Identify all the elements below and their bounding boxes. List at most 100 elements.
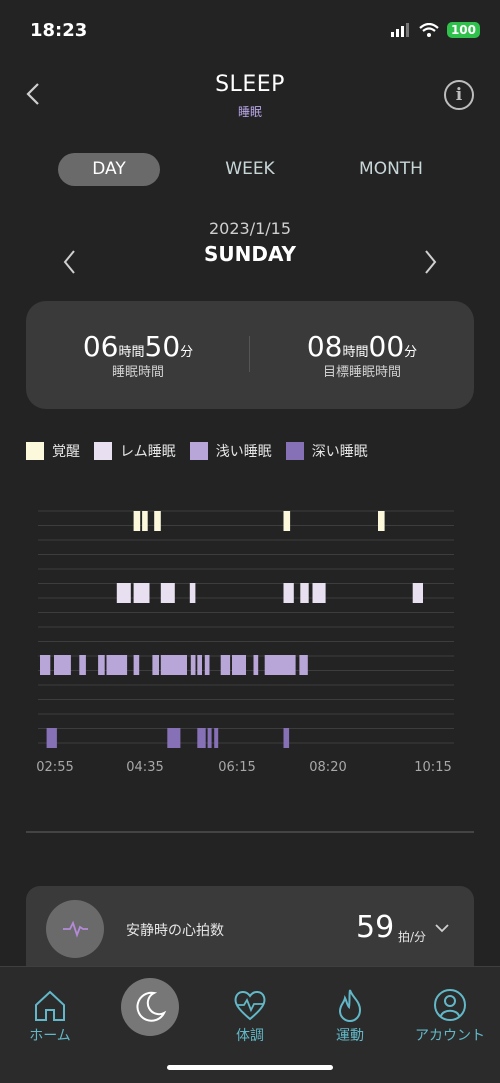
sleep-segment-rem bbox=[300, 583, 309, 603]
legend-swatch bbox=[285, 442, 304, 460]
legend-rem: レム睡眠 bbox=[94, 441, 176, 461]
heart-rate-unit: 拍/分 bbox=[398, 930, 427, 944]
info-icon[interactable]: i bbox=[444, 80, 474, 110]
sleep-segment-light bbox=[160, 655, 187, 675]
tab-exercise-label: 運動 bbox=[336, 1028, 364, 1044]
sleep-segment-light bbox=[264, 655, 296, 675]
sleep-segment-light bbox=[220, 655, 231, 675]
chart-tick-label: 02:55 bbox=[36, 760, 73, 775]
sleep-hour-unit: 時間 bbox=[118, 345, 145, 360]
status-icons: 100 bbox=[390, 22, 480, 38]
sleep-segment-deep bbox=[197, 728, 206, 748]
legend-swatch bbox=[26, 442, 44, 460]
tab-day[interactable]: DAY bbox=[58, 153, 160, 186]
chart-tick-label: 08:20 bbox=[309, 760, 346, 775]
status-time: 18:23 bbox=[30, 20, 88, 41]
flame-icon bbox=[338, 989, 362, 1023]
legend-swatch bbox=[189, 442, 208, 460]
date-label: 2023/1/15 bbox=[208, 219, 292, 238]
goal-hour-unit: 時間 bbox=[342, 345, 369, 360]
sleep-segment-awake bbox=[378, 511, 385, 531]
sleep-segment-rem bbox=[160, 583, 175, 603]
section-divider bbox=[26, 831, 474, 833]
sleep-segment-deep bbox=[46, 728, 57, 748]
chevron-down-icon[interactable] bbox=[434, 920, 450, 936]
heart-rate-label: 安静時の心拍数 bbox=[126, 923, 224, 939]
sleep-segment-light bbox=[54, 655, 71, 675]
sleep-segment-rem bbox=[133, 583, 150, 603]
sleep-segment-rem bbox=[412, 583, 423, 603]
tab-exercise[interactable]: 運動 bbox=[300, 987, 400, 1045]
legend-light: 浅い睡眠 bbox=[189, 441, 272, 461]
sleep-segment-awake bbox=[283, 511, 291, 531]
sleep-segment-deep bbox=[167, 728, 181, 748]
sleep-segment-light bbox=[152, 655, 159, 675]
prev-day-chevron-icon[interactable] bbox=[60, 247, 80, 277]
chart-tick-label: 04:35 bbox=[126, 760, 163, 775]
sleep-minute-unit: 分 bbox=[180, 345, 194, 360]
legend-swatch bbox=[94, 442, 112, 460]
sleep-segment-light bbox=[232, 655, 246, 675]
sleep-segment-light bbox=[190, 655, 196, 675]
home-indicator bbox=[167, 1065, 333, 1070]
tab-week[interactable]: WEEK bbox=[200, 153, 300, 186]
page-title: SLEEP bbox=[215, 72, 285, 97]
tab-home-label: ホーム bbox=[29, 1028, 71, 1044]
sleep-segment-light bbox=[253, 655, 259, 675]
sleep-segment-deep bbox=[207, 728, 212, 748]
sleep-minutes: 50 bbox=[144, 330, 181, 363]
sleep-segment-light bbox=[204, 655, 210, 675]
heart-rate-wave-icon bbox=[46, 900, 104, 958]
tab-month[interactable]: MONTH bbox=[341, 153, 441, 186]
goal-hours: 08 bbox=[306, 330, 343, 363]
sleep-segment-rem bbox=[283, 583, 294, 603]
sleep-segment-light bbox=[79, 655, 86, 675]
chart-tick-label: 06:15 bbox=[218, 760, 255, 775]
heart-rate-value: 59 bbox=[356, 910, 395, 945]
moon-icon bbox=[136, 991, 167, 1022]
sleep-segment-light bbox=[133, 655, 140, 675]
legend-label: 深い睡眠 bbox=[311, 444, 368, 460]
sleep-segment-rem bbox=[116, 583, 131, 603]
goal-sleep-time: 08時間00分 目標睡眠時間 bbox=[250, 330, 474, 380]
sleep-segment-awake bbox=[142, 511, 148, 531]
sleep-segment-light bbox=[40, 655, 51, 675]
sleep-hours: 06 bbox=[82, 330, 119, 363]
legend-deep: 深い睡眠 bbox=[285, 441, 368, 461]
battery-badge: 100 bbox=[446, 22, 480, 38]
goal-minute-unit: 分 bbox=[404, 345, 418, 360]
sleep-segment-rem bbox=[189, 583, 196, 603]
sleep-summary-card: 06時間50分 睡眠時間 08時間00分 目標睡眠時間 bbox=[26, 301, 474, 409]
sleep-segment-awake bbox=[154, 511, 161, 531]
page-subtitle: 睡眠 bbox=[237, 105, 262, 119]
tab-condition-label: 体調 bbox=[236, 1028, 264, 1044]
goal-sleep-label: 目標睡眠時間 bbox=[322, 365, 401, 380]
tab-condition[interactable]: 体調 bbox=[200, 987, 300, 1045]
sleep-segment-light bbox=[98, 655, 105, 675]
legend-label: レム睡眠 bbox=[120, 444, 176, 460]
sleep-segment-light bbox=[106, 655, 128, 675]
sleep-segment-deep bbox=[283, 728, 290, 748]
sleep-segment-rem bbox=[312, 583, 326, 603]
sleep-segment-deep bbox=[214, 728, 219, 748]
chart-legend: 覚醒 レム睡眠 浅い睡眠 深い睡眠 bbox=[26, 441, 382, 461]
goal-minutes: 00 bbox=[368, 330, 405, 363]
legend-awake: 覚醒 bbox=[26, 441, 80, 461]
sleep-time: 06時間50分 睡眠時間 bbox=[26, 330, 250, 380]
sleep-segment-light bbox=[299, 655, 308, 675]
wifi-icon bbox=[419, 23, 439, 37]
heart-pulse-icon bbox=[234, 991, 266, 1021]
legend-label: 覚醒 bbox=[52, 444, 80, 460]
sleep-stage-chart: 02:55 04:35 06:15 08:20 10:15 bbox=[36, 510, 454, 775]
home-icon bbox=[35, 990, 65, 1021]
next-day-chevron-icon[interactable] bbox=[420, 247, 440, 277]
legend-label: 浅い睡眠 bbox=[215, 444, 272, 460]
tab-account[interactable]: アカウント bbox=[400, 987, 500, 1045]
chart-tick-label: 10:15 bbox=[414, 760, 451, 775]
sleep-segment-awake bbox=[133, 511, 141, 531]
account-icon bbox=[434, 989, 466, 1021]
sleep-time-label: 睡眠時間 bbox=[111, 365, 164, 380]
tab-home[interactable]: ホーム bbox=[0, 987, 100, 1045]
tab-sleep[interactable] bbox=[121, 978, 179, 1036]
tab-account-label: アカウント bbox=[415, 1028, 485, 1044]
